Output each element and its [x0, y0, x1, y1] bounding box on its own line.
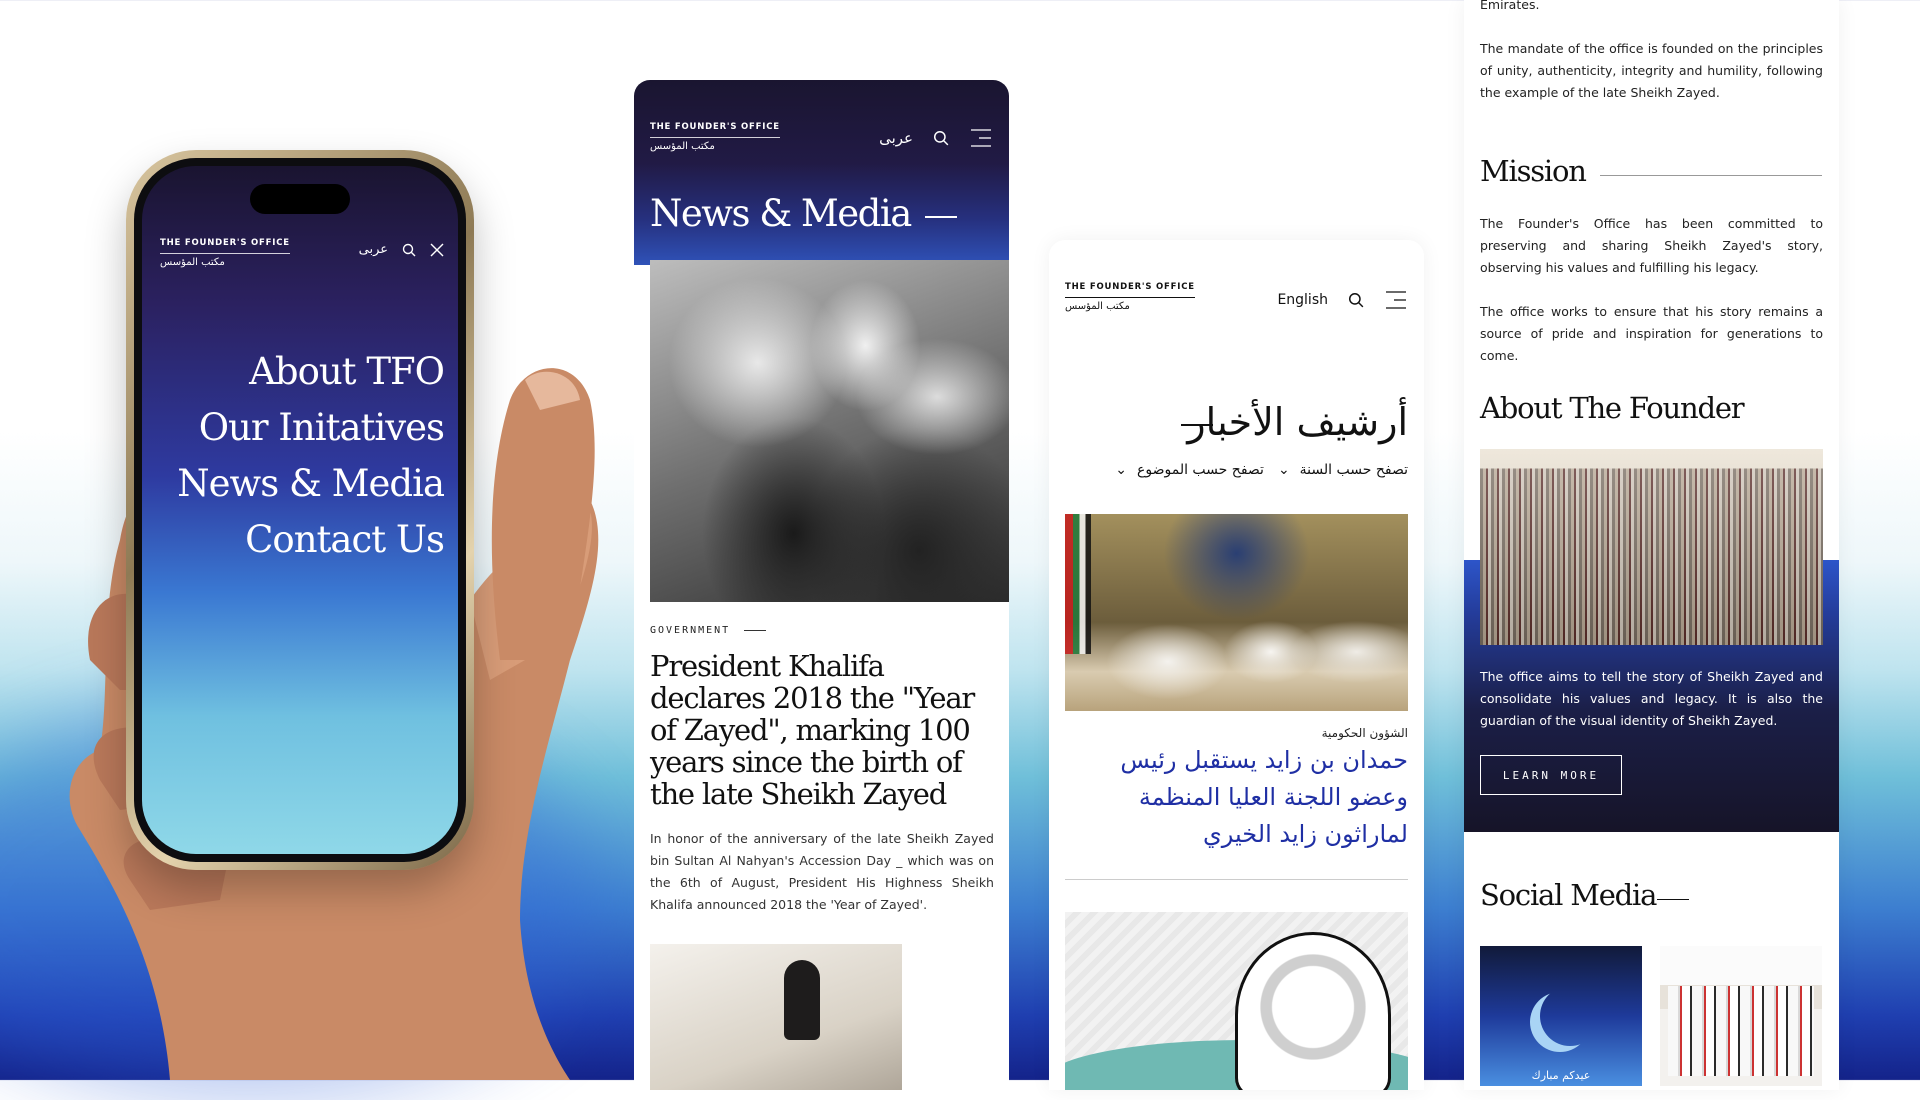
social-heading: Social Media	[1480, 878, 1657, 912]
archive-second-photo[interactable]	[1065, 912, 1408, 1090]
menu-icon[interactable]	[1384, 290, 1408, 310]
founders-office-logo[interactable]: THE FOUNDER'S OFFICE مكتب المؤسس	[1065, 282, 1195, 312]
archive-filters: تصفح حسب الموضوع ⌄ تصفح حسب السنة ⌄	[1115, 462, 1408, 478]
founder-text: The office aims to tell the story of She…	[1480, 669, 1823, 728]
filter-topic[interactable]: تصفح حسب الموضوع ⌄	[1115, 462, 1264, 478]
learn-more-button[interactable]: LEARN MORE	[1480, 755, 1622, 795]
thumb-image	[491, 368, 595, 660]
article-excerpt: In honor of the anniversary of the late …	[650, 831, 994, 912]
uae-flag	[1065, 514, 1091, 654]
logo-arabic: مكتب المؤسس	[650, 141, 715, 152]
logo-english: THE FOUNDER'S OFFICE	[1065, 282, 1195, 298]
article-category: الشؤون الحكومية	[1321, 726, 1408, 740]
filter-topic-label: تصفح حسب الموضوع	[1137, 462, 1264, 478]
news-feature-photo[interactable]	[650, 260, 1009, 602]
category-label: GOVERNMENT	[650, 625, 731, 636]
logo-arabic: مكتب المؤسس	[1065, 301, 1130, 312]
crescent-moon-icon	[1540, 986, 1600, 1046]
close-icon[interactable]	[430, 243, 444, 257]
menu-item-initiatives[interactable]: Our Initatives	[177, 400, 445, 456]
filter-year[interactable]: تصفح حسب السنة ⌄	[1278, 462, 1408, 478]
search-icon[interactable]	[1348, 292, 1364, 308]
language-toggle[interactable]: عربى	[879, 129, 913, 147]
logo-arabic: مكتب المؤسس	[160, 257, 225, 268]
search-icon[interactable]	[933, 130, 949, 146]
mission-text-2: The office works to ensure that his stor…	[1480, 304, 1823, 363]
chevron-down-icon: ⌄	[1277, 462, 1290, 478]
menu-item-contact[interactable]: Contact Us	[177, 512, 445, 568]
article-category: GOVERNMENT	[650, 625, 767, 636]
heading-rule	[1657, 899, 1689, 900]
news-header	[634, 80, 1009, 265]
mission-heading: Mission	[1480, 154, 1587, 188]
language-toggle[interactable]: عربى	[359, 242, 388, 257]
divider	[1065, 879, 1408, 880]
mission-text-1: The Founder's Office has been committed …	[1480, 216, 1823, 275]
article-headline[interactable]: President Khalifa declares 2018 the "Yea…	[650, 650, 990, 810]
social-post-1[interactable]: عيدكم مبارك	[1480, 946, 1642, 1086]
article-headline[interactable]: حمدان بن زايد يستقبل رئيس وعضو اللجنة ال…	[1065, 742, 1408, 853]
dynamic-island	[250, 184, 350, 214]
logo-english: THE FOUNDER'S OFFICE	[650, 122, 780, 138]
phone-nav-menu: About TFO Our Initatives News & Media Co…	[177, 344, 445, 568]
news-archive-screen: THE FOUNDER'S OFFICE مكتب المؤسس English…	[1049, 240, 1424, 1090]
intro-text-end: Emirates.	[1480, 0, 1540, 12]
founders-office-logo[interactable]: THE FOUNDER'S OFFICE مكتب المؤسس	[160, 238, 290, 268]
about-screen: Emirates. The mandate of the office is f…	[1464, 0, 1839, 1090]
language-toggle[interactable]: English	[1277, 292, 1328, 308]
menu-icon[interactable]	[969, 128, 993, 148]
news-second-photo[interactable]	[650, 944, 902, 1090]
group-photo	[1668, 986, 1814, 1076]
sheikh-portrait-illustration	[1235, 932, 1391, 1090]
photo-shade	[1480, 449, 1823, 645]
social-post-caption: عيدكم مبارك	[1531, 1069, 1591, 1082]
chevron-down-icon: ⌄	[1115, 462, 1128, 478]
photo-figure	[784, 960, 820, 1040]
founders-office-logo[interactable]: THE FOUNDER'S OFFICE مكتب المؤسس	[650, 122, 780, 152]
phone-device: THE FOUNDER'S OFFICE مكتب المؤسس عربى Ab…	[126, 150, 474, 870]
menu-item-news[interactable]: News & Media	[177, 456, 445, 512]
mandate-text: The mandate of the office is founded on …	[1480, 41, 1823, 100]
filter-year-label: تصفح حسب السنة	[1299, 462, 1408, 478]
page-title: News & Media	[650, 192, 912, 235]
founder-heading: About The Founder	[1480, 391, 1745, 425]
page-title: أرشيف الأخبار	[1187, 400, 1408, 444]
heading-rule	[1600, 175, 1822, 176]
menu-item-about[interactable]: About TFO	[177, 344, 445, 400]
page-title-block: News & Media	[650, 192, 957, 235]
search-icon[interactable]	[402, 243, 416, 257]
news-media-screen: THE FOUNDER'S OFFICE مكتب المؤسس عربى Ne…	[634, 80, 1009, 1090]
phone-screen: THE FOUNDER'S OFFICE مكتب المؤسس عربى Ab…	[142, 166, 458, 854]
logo-english: THE FOUNDER'S OFFICE	[160, 238, 290, 254]
archive-feature-photo[interactable]	[1065, 514, 1408, 711]
